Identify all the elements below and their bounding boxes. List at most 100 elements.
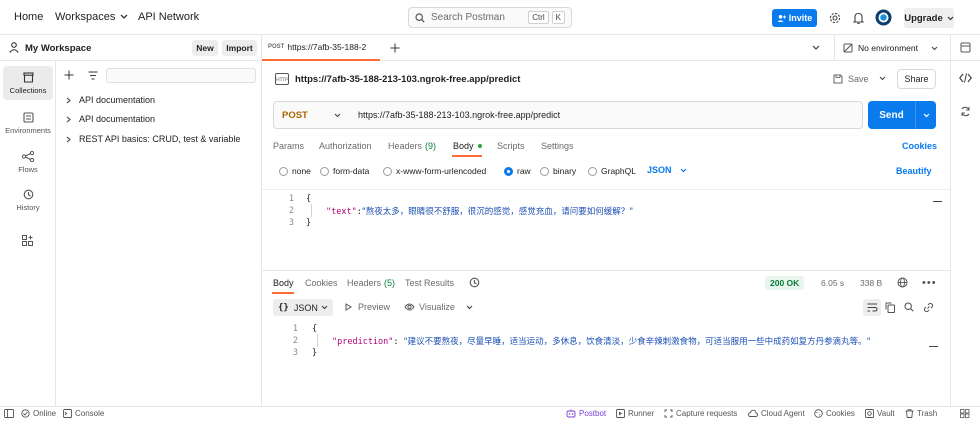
response-size[interactable]: 338 B xyxy=(860,278,882,288)
gear-icon[interactable] xyxy=(829,12,841,24)
more-options-icon[interactable]: ••• xyxy=(922,277,937,289)
response-body-viewer[interactable]: 1 2 3 { "prediction": "建议不要熬夜，尽量早睡，适当运动，… xyxy=(262,320,950,380)
rail-item-flows[interactable]: Flows xyxy=(3,145,53,179)
environment-selector[interactable]: No environment xyxy=(834,35,944,61)
refresh-icon[interactable] xyxy=(960,106,971,117)
tab-headers[interactable]: Headers (9) xyxy=(388,141,436,151)
vault-icon xyxy=(865,409,874,418)
link-icon[interactable] xyxy=(923,302,934,313)
home-link[interactable]: Home xyxy=(14,11,43,23)
save-button[interactable]: Save xyxy=(833,71,869,87)
import-button[interactable]: Import xyxy=(222,40,257,56)
tab-body[interactable]: Body xyxy=(453,141,482,151)
body-format-select[interactable]: JSON xyxy=(647,165,687,175)
workspace-name[interactable]: My Workspace xyxy=(25,43,91,54)
copy-icon[interactable] xyxy=(885,302,895,313)
postbot-button[interactable]: Postbot xyxy=(566,409,606,418)
api-network-link[interactable]: API Network xyxy=(138,11,199,23)
request-title[interactable]: https://7afb-35-188-213-103.ngrok-free.a… xyxy=(295,74,520,85)
tab-scripts[interactable]: Scripts xyxy=(497,141,525,151)
method-select[interactable]: POST xyxy=(273,101,351,129)
shortcut-ctrl: Ctrl xyxy=(528,11,549,24)
tab-request[interactable]: POST https://7afb-35-188-2 xyxy=(262,35,380,61)
preview-button[interactable]: Preview xyxy=(345,302,390,312)
response-tab-headers[interactable]: Headers (5) xyxy=(347,278,395,288)
new-button[interactable]: New xyxy=(192,40,218,56)
save-options-chevron-icon[interactable] xyxy=(879,76,886,81)
rail-item-environments[interactable]: Environments xyxy=(3,106,53,140)
tab-params[interactable]: Params xyxy=(273,141,304,151)
response-tab-test-results[interactable]: Test Results xyxy=(405,278,454,288)
body-option-graphql[interactable]: GraphQL xyxy=(588,166,636,176)
tab-authorization[interactable]: Authorization xyxy=(319,141,372,151)
tab-settings[interactable]: Settings xyxy=(541,141,574,151)
console-button[interactable]: Console xyxy=(63,409,104,418)
preview-label: Preview xyxy=(358,302,391,312)
environments-icon xyxy=(22,111,34,123)
collection-search-input[interactable] xyxy=(106,68,256,83)
environment-quick-look[interactable] xyxy=(950,35,980,61)
url-input[interactable]: https://7afb-35-188-213-103.ngrok-free.a… xyxy=(350,101,863,129)
online-status[interactable]: Online xyxy=(21,409,56,418)
headers-count: (9) xyxy=(425,141,437,151)
collection-name: API documentation xyxy=(79,95,156,105)
cloud-agent-button[interactable]: Cloud Agent xyxy=(748,409,805,418)
bell-icon[interactable] xyxy=(853,12,864,24)
response-tab-cookies[interactable]: Cookies xyxy=(305,278,338,288)
collection-item[interactable]: API documentation xyxy=(66,114,155,124)
history-icon[interactable] xyxy=(469,277,480,288)
body-option-none[interactable]: none xyxy=(279,166,311,176)
request-body-editor[interactable]: 1 2 3 { "text":"熬夜太多，眼睛很不舒服，很沉的感觉，感觉充血，请… xyxy=(262,189,950,271)
help-grid-icon[interactable] xyxy=(960,409,973,418)
runner-button[interactable]: Runner xyxy=(616,409,654,418)
send-button[interactable]: Send xyxy=(868,101,936,129)
response-format-select[interactable]: {} JSON xyxy=(273,299,333,316)
avatar[interactable] xyxy=(875,9,892,26)
rail-item-collections[interactable]: Collections xyxy=(3,66,53,100)
cookies-link[interactable]: Cookies xyxy=(902,141,937,151)
response-tab-body[interactable]: Body xyxy=(273,278,294,288)
trash-button[interactable]: Trash xyxy=(905,409,937,418)
upgrade-button[interactable]: Upgrade xyxy=(904,8,954,28)
send-options-chevron-icon[interactable] xyxy=(916,113,936,118)
collection-item[interactable]: REST API basics: CRUD, test & variable xyxy=(66,134,240,144)
collection-item[interactable]: API documentation xyxy=(66,95,155,105)
status-badge[interactable]: 200 OK xyxy=(765,276,805,290)
visualize-button[interactable]: Visualize xyxy=(404,302,473,312)
rail-item-history[interactable]: History xyxy=(3,183,53,217)
new-tab-plus-icon[interactable] xyxy=(390,43,400,53)
history-icon xyxy=(23,189,34,200)
scrollbar-marker xyxy=(929,346,938,347)
tabs-menu-chevron-icon[interactable] xyxy=(812,45,820,51)
toggle-sidebar-icon[interactable] xyxy=(4,409,17,418)
shortcut-k: K xyxy=(551,11,565,24)
response-time[interactable]: 6.05 s xyxy=(821,278,844,288)
play-icon xyxy=(345,303,352,311)
search-icon[interactable] xyxy=(904,302,914,312)
search-bar[interactable]: Search Postman Ctrl K xyxy=(408,7,572,28)
body-option-urlencoded[interactable]: x-www-form-urlencoded xyxy=(383,166,486,176)
beautify-button[interactable]: Beautify xyxy=(896,166,932,176)
apps-grid-icon[interactable] xyxy=(22,235,33,246)
cookies-button[interactable]: Cookies xyxy=(814,409,855,418)
wrap-lines-button[interactable] xyxy=(863,299,881,316)
chevron-down-icon xyxy=(947,16,954,21)
invite-button[interactable]: Invite xyxy=(772,9,817,27)
plus-icon[interactable] xyxy=(64,70,74,80)
postbot-label: Postbot xyxy=(579,409,607,418)
body-option-raw[interactable]: raw xyxy=(504,166,531,176)
line-number: 2 xyxy=(288,206,294,216)
workspaces-menu[interactable]: Workspaces xyxy=(55,11,128,23)
body-option-form-data[interactable]: form-data xyxy=(320,166,369,176)
globe-icon[interactable] xyxy=(897,277,908,288)
line-number: 3 xyxy=(292,348,298,358)
radio-graphql xyxy=(588,166,597,176)
code-icon[interactable] xyxy=(959,73,972,83)
filter-icon[interactable] xyxy=(88,71,98,80)
vault-button[interactable]: Vault xyxy=(865,409,895,418)
collection-name: REST API basics: CRUD, test & variable xyxy=(79,134,241,144)
share-button[interactable]: Share xyxy=(897,69,936,89)
capture-requests-button[interactable]: Capture requests xyxy=(664,409,737,418)
response-divider[interactable] xyxy=(262,270,950,271)
body-option-binary[interactable]: binary xyxy=(540,166,576,176)
